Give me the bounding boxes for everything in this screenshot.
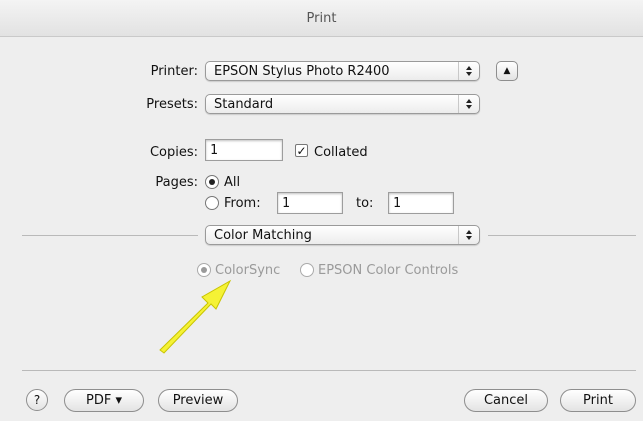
window-title: Print — [306, 10, 337, 26]
preview-button[interactable]: Preview — [158, 389, 238, 412]
collated-checkbox[interactable]: ✓ — [295, 144, 308, 157]
pdf-label: PDF ▾ — [86, 393, 122, 408]
annotation-arrow-icon — [159, 279, 232, 354]
updown-arrows-icon — [458, 62, 479, 80]
presets-value: Standard — [214, 96, 274, 112]
help-icon: ? — [33, 393, 41, 407]
pages-from-radio[interactable] — [205, 196, 219, 210]
pages-to-field[interactable]: 1 — [388, 192, 454, 214]
pages-all-label: All — [224, 175, 241, 190]
pages-label: Pages: — [155, 175, 198, 190]
cancel-button[interactable]: Cancel — [464, 389, 548, 412]
panel-popup[interactable]: Color Matching — [205, 225, 480, 245]
pages-from-label: From: — [224, 196, 261, 211]
checkmark-icon: ✓ — [296, 143, 307, 158]
epson-color-controls-label: EPSON Color Controls — [318, 263, 459, 278]
preview-label: Preview — [172, 393, 224, 408]
footer-separator — [22, 370, 636, 371]
printer-value: EPSON Stylus Photo R2400 — [214, 63, 390, 79]
printer-label: Printer: — [150, 64, 198, 79]
radio-selected-dot — [201, 267, 207, 273]
copies-label: Copies: — [149, 145, 198, 160]
updown-arrows-icon — [458, 95, 479, 113]
printer-popup[interactable]: EPSON Stylus Photo R2400 — [205, 61, 480, 81]
pages-from-field[interactable]: 1 — [277, 192, 343, 214]
title-bar: Print — [0, 0, 643, 37]
updown-arrows-icon — [458, 226, 479, 244]
panel-value: Color Matching — [214, 227, 312, 243]
printer-disclosure-button[interactable]: ▲ — [496, 61, 518, 81]
triangle-up-icon: ▲ — [503, 66, 511, 76]
cancel-label: Cancel — [483, 393, 529, 408]
separator-left — [22, 235, 198, 236]
help-button[interactable]: ? — [26, 389, 48, 411]
print-label: Print — [583, 393, 613, 408]
separator-right — [488, 235, 636, 236]
pages-all-radio[interactable] — [205, 175, 219, 189]
radio-selected-dot — [209, 179, 215, 185]
copies-field[interactable]: 1 — [205, 139, 283, 161]
pages-to-label: to: — [356, 196, 374, 211]
print-button[interactable]: Print — [560, 389, 636, 412]
pdf-button[interactable]: PDF ▾ — [64, 389, 144, 412]
collated-label: Collated — [314, 145, 368, 160]
presets-popup[interactable]: Standard — [205, 94, 480, 114]
copies-value: 1 — [210, 142, 218, 158]
from-value: 1 — [282, 195, 290, 211]
to-value: 1 — [393, 195, 401, 211]
presets-label: Presets: — [146, 97, 198, 112]
epson-color-controls-radio[interactable] — [300, 263, 314, 277]
